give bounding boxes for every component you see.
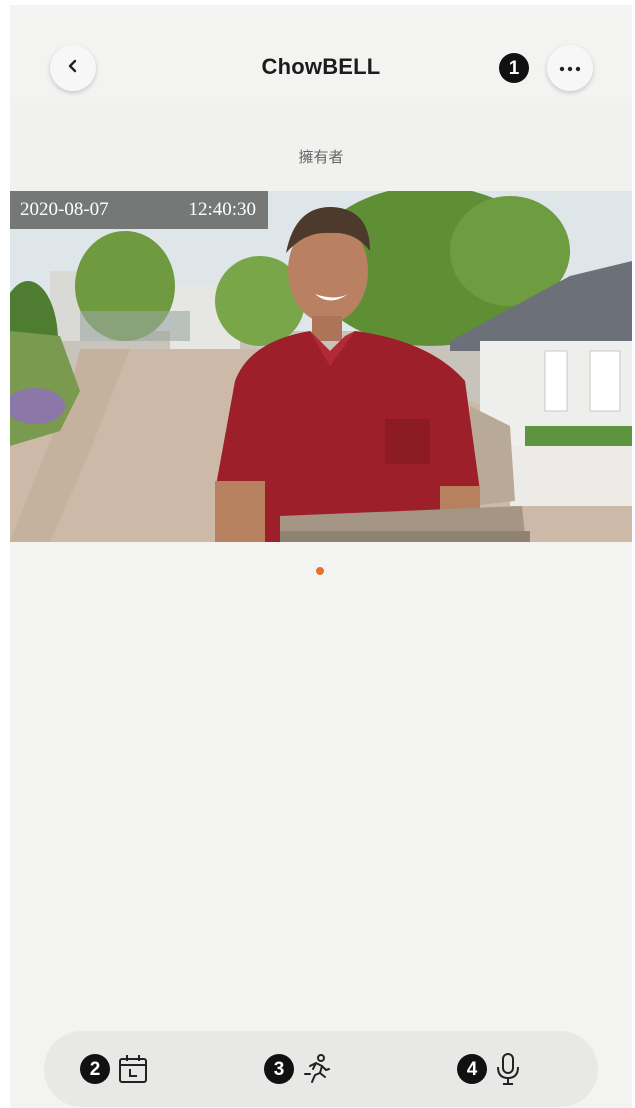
annotation-marker-2: 2 — [80, 1054, 110, 1084]
timestamp-date: 2020-08-07 — [20, 199, 109, 220]
microphone-button[interactable]: 4 — [457, 1046, 522, 1092]
camera-image — [10, 191, 632, 542]
live-video-view[interactable]: 2020-08-07 12:40:30 — [10, 191, 632, 542]
bottom-toolbar: 2 3 4 — [44, 1031, 598, 1107]
header: ChowBELL 1 — [10, 5, 632, 103]
calendar-icon — [117, 1053, 149, 1085]
timestamp-time: 12:40:30 — [188, 199, 256, 220]
annotation-marker-1: 1 — [499, 53, 529, 83]
app-screen: ChowBELL 1 擁有者 2020-08-07 12:40:30 2 3 4 — [10, 5, 632, 1108]
motion-detection-button[interactable]: 3 — [264, 1046, 333, 1092]
microphone-icon — [494, 1052, 522, 1086]
more-options-button[interactable] — [547, 45, 593, 91]
more-horizontal-icon — [559, 59, 581, 77]
calendar-button[interactable]: 2 — [80, 1046, 149, 1092]
motion-run-icon — [301, 1053, 333, 1085]
video-timestamp: 2020-08-07 12:40:30 — [10, 191, 268, 229]
owner-label: 擁有者 — [298, 149, 344, 166]
annotation-marker-3: 3 — [264, 1054, 294, 1084]
page-indicator-dot — [316, 567, 324, 575]
page-title: ChowBELL — [261, 54, 381, 79]
annotation-marker-4: 4 — [457, 1054, 487, 1084]
